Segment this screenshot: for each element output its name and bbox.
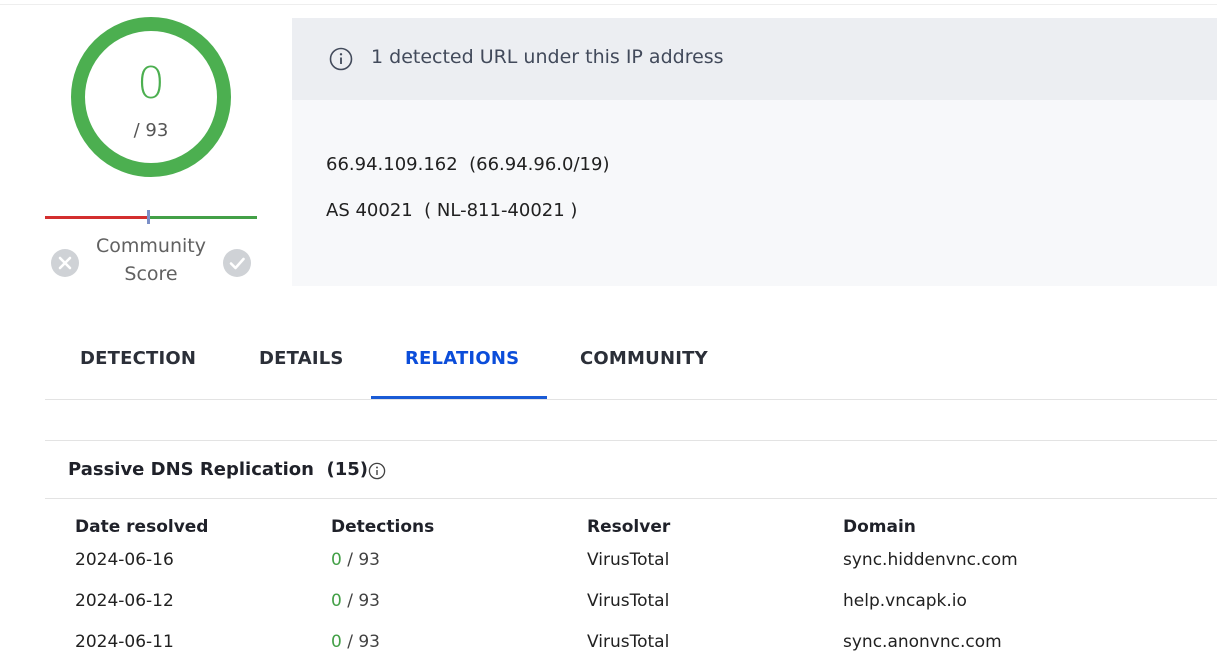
detections-total: / 93 [347, 591, 380, 611]
row-detections: 0 / 93 [331, 632, 380, 652]
row-date: 2024-06-12 [75, 591, 174, 611]
top-divider [0, 4, 1217, 5]
detections-count: 0 [331, 632, 342, 652]
row-resolver: VirusTotal [587, 550, 670, 570]
community-bar-malicious [45, 216, 149, 219]
row-date: 2024-06-11 [75, 632, 174, 652]
community-bar-harmless [149, 216, 257, 219]
column-header-detections[interactable]: Detections [331, 517, 434, 537]
tab-details[interactable]: DETAILS [259, 348, 344, 369]
tabs-divider [45, 399, 1217, 400]
vote-malicious-icon[interactable] [50, 248, 80, 278]
row-resolver: VirusTotal [587, 591, 670, 611]
column-header-date[interactable]: Date resolved [75, 517, 208, 537]
ip-report-page: 0 / 93 Community Score 1 detected URL un… [0, 0, 1217, 666]
tab-detection[interactable]: DETECTION [80, 348, 196, 369]
column-header-domain[interactable]: Domain [843, 517, 916, 537]
row-domain-link[interactable]: sync.hiddenvnc.com [843, 550, 1018, 570]
detections-count: 0 [331, 550, 342, 570]
passive-dns-title: Passive DNS Replication (15) [68, 459, 368, 480]
detected-url-notice: 1 detected URL under this IP address [371, 46, 724, 68]
community-score-bar [45, 210, 257, 224]
detections-count: 0 [331, 591, 342, 611]
community-bar-marker [147, 210, 150, 224]
tab-community[interactable]: COMMUNITY [580, 348, 708, 369]
vote-harmless-icon[interactable] [222, 248, 252, 278]
detection-score-value: 0 [137, 58, 165, 109]
passive-dns-info-icon[interactable] [368, 462, 386, 480]
row-date: 2024-06-16 [75, 550, 174, 570]
row-detections: 0 / 93 [331, 550, 380, 570]
row-domain-link[interactable]: sync.anonvnc.com [843, 632, 1002, 652]
row-domain-link[interactable]: help.vncapk.io [843, 591, 967, 611]
section-divider-top [45, 440, 1217, 441]
detections-total: / 93 [347, 632, 380, 652]
info-icon [329, 47, 353, 71]
detections-total: / 93 [347, 550, 380, 570]
community-score-label: Community Score [96, 235, 206, 285]
autonomous-system: AS 40021 ( NL-811-40021 ) [326, 200, 578, 221]
section-divider-bottom [45, 498, 1217, 499]
row-resolver: VirusTotal [587, 632, 670, 652]
ip-address-range: 66.94.109.162 (66.94.96.0/19) [326, 154, 610, 175]
row-detections: 0 / 93 [331, 591, 380, 611]
column-header-resolver[interactable]: Resolver [587, 517, 670, 537]
tab-relations[interactable]: RELATIONS [405, 348, 519, 369]
ip-card-header: 1 detected URL under this IP address [292, 18, 1217, 100]
ip-summary-card: 1 detected URL under this IP address 66.… [292, 18, 1217, 286]
detection-score-total: / 93 [133, 120, 169, 141]
